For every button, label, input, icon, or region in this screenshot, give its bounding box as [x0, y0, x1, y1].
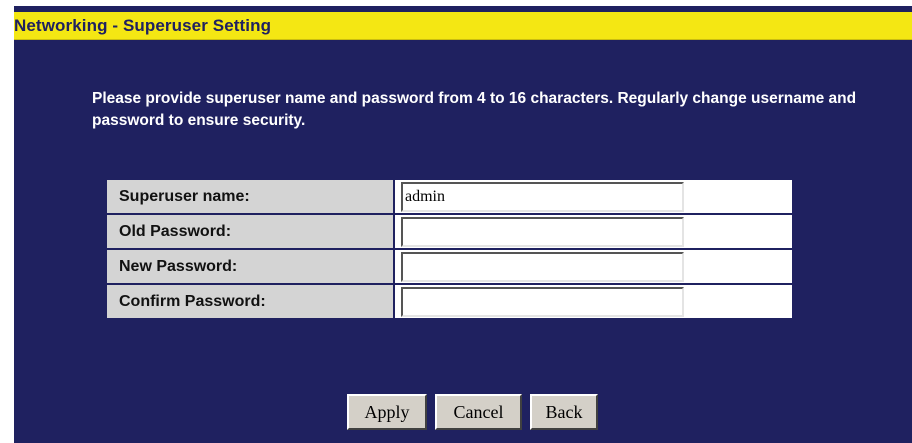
- superuser-setting-page: Networking - Superuser Setting Please pr…: [14, 6, 912, 443]
- new-password-input[interactable]: [401, 251, 684, 282]
- cancel-button[interactable]: Cancel: [435, 394, 522, 430]
- old-password-label: Old Password:: [107, 215, 393, 248]
- form-row-confirm-password: Confirm Password:: [107, 285, 792, 318]
- superuser-name-cell: [395, 180, 792, 213]
- new-password-cell: [395, 250, 792, 283]
- superuser-name-input[interactable]: [401, 181, 684, 212]
- apply-button[interactable]: Apply: [347, 394, 427, 430]
- superuser-form-table: Superuser name: Old Password: New Passwo…: [105, 178, 794, 320]
- superuser-name-label: Superuser name:: [107, 180, 393, 213]
- confirm-password-cell: [395, 285, 792, 318]
- back-button[interactable]: Back: [530, 394, 598, 430]
- confirm-password-label: Confirm Password:: [107, 285, 393, 318]
- old-password-input[interactable]: [401, 216, 684, 247]
- form-row-superuser-name: Superuser name:: [107, 180, 792, 213]
- form-row-old-password: Old Password:: [107, 215, 792, 248]
- old-password-cell: [395, 215, 792, 248]
- form-buttons: Apply Cancel Back: [347, 394, 598, 432]
- title-bar: Networking - Superuser Setting: [14, 12, 912, 40]
- confirm-password-input[interactable]: [401, 286, 684, 317]
- form-row-new-password: New Password:: [107, 250, 792, 283]
- page-title: Networking - Superuser Setting: [14, 16, 272, 35]
- instructions-text: Please provide superuser name and passwo…: [92, 90, 857, 129]
- new-password-label: New Password:: [107, 250, 393, 283]
